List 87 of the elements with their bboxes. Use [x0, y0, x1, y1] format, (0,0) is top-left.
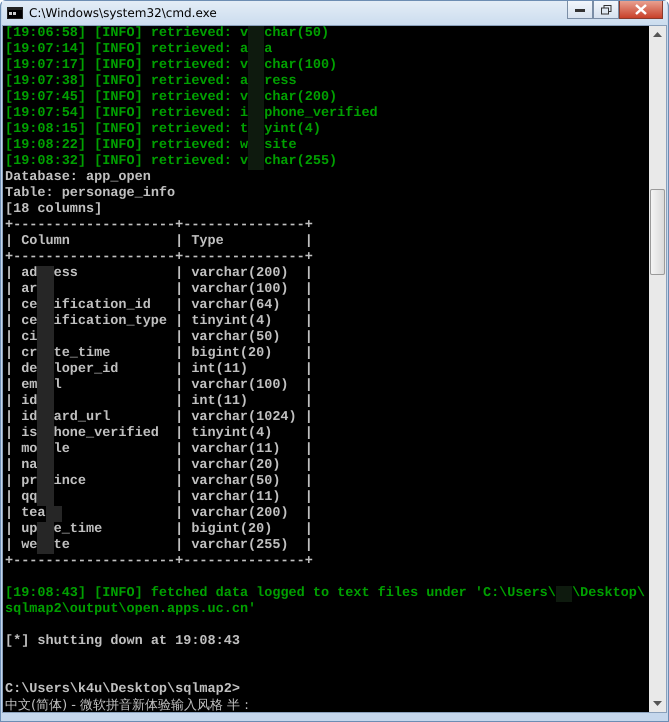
close-button[interactable]: [619, 1, 663, 19]
console-text: | pr: [5, 474, 38, 490]
minimize-button[interactable]: [567, 1, 593, 19]
console-text: | em: [5, 378, 38, 394]
scrollbar[interactable]: [649, 26, 666, 712]
console-text: +--------------------+---------------+: [5, 218, 313, 234]
console-text: hone_verified | tinyint(4) |: [54, 426, 313, 442]
console-text: char(50): [264, 26, 330, 42]
console-text: | Column | Type |: [5, 234, 313, 250]
console-text: yint(4): [264, 122, 321, 138]
redaction-block: [556, 586, 572, 602]
console-icon: [7, 7, 23, 19]
console-text: | int(11) |: [174, 394, 313, 410]
console-text: \Desktop\: [572, 586, 645, 602]
console-text: char(100): [264, 58, 338, 74]
console-text: | varchar(11) |: [174, 490, 313, 506]
console-text: | we: [5, 538, 38, 554]
console-text: ress: [264, 74, 297, 90]
console-text: | na: [5, 458, 38, 474]
scroll-down-icon[interactable]: [653, 701, 662, 706]
scroll-thumb[interactable]: [650, 189, 665, 275]
close-icon: [635, 4, 647, 15]
console-text: Database: app_open: [5, 170, 151, 186]
console-text: | varchar(50) |: [174, 330, 313, 346]
console-text: | qq: [5, 490, 38, 506]
console-text: ard_url | varchar(1024) |: [54, 410, 313, 426]
console-text: | cr: [5, 346, 38, 362]
console-text: char(200): [264, 90, 338, 106]
redaction-block: [248, 154, 264, 170]
console-text: | mo: [5, 442, 38, 458]
console-text: | tea: [5, 506, 46, 522]
console-text: loper_id | int(11) |: [54, 362, 313, 378]
redaction-block: [46, 506, 62, 522]
restore-button[interactable]: [593, 1, 619, 19]
console-text: +--------------------+---------------+: [5, 250, 313, 266]
console-text: | ci: [5, 330, 38, 346]
console-text: te_time | bigint(20) |: [54, 346, 313, 362]
console-text: | id: [5, 410, 38, 426]
console-text: ification_type | tinyint(4) |: [54, 314, 313, 330]
console-text: [19:08:32] [INFO] retrieved: v: [5, 154, 248, 170]
minimize-icon: [575, 8, 585, 12]
console-text: | is: [5, 426, 38, 442]
console-text: [18 columns]: [5, 202, 102, 218]
console-text: a: [264, 42, 272, 58]
window-title: C:\Windows\system32\cmd.exe: [29, 6, 217, 20]
console-text: [19:08:15] [INFO] retrieved: t: [5, 122, 248, 138]
redaction-block: [37, 538, 54, 554]
console-text: C:\Users\k4u\Desktop\sqlmap2>: [5, 682, 240, 698]
console-text: | up: [5, 522, 38, 538]
console-text: [19:07:45] [INFO] retrieved: v: [5, 90, 248, 106]
console-text: | varchar(100) |: [174, 282, 313, 298]
console-text: [19:07:14] [INFO] retrieved: a: [5, 42, 248, 58]
ime-status-text: 中文(简体) - 微软拼音新体验输入风格 半 :: [5, 698, 249, 712]
console-text: te | varchar(255) |: [54, 538, 313, 554]
console-text: sqlmap2\output\open.apps.uc.cn': [5, 602, 256, 618]
console-text: [19:06:58] [INFO] retrieved: v: [5, 26, 248, 42]
console-text: [19:07:38] [INFO] retrieved: a: [5, 74, 248, 90]
console-text: le | varchar(11) |: [54, 442, 313, 458]
redaction-block: [248, 26, 264, 42]
console-text: | ce: [5, 298, 38, 314]
console-text: e_time | bigint(20) |: [54, 522, 313, 538]
console-text: phone_verified: [264, 106, 378, 122]
console-text: +--------------------+---------------+: [5, 554, 313, 570]
console-text: | varchar(20) |: [174, 458, 313, 474]
console-text: | varchar(200) |: [174, 506, 313, 522]
redaction-block: [37, 266, 54, 282]
console-text: ification_id | varchar(64) |: [54, 298, 313, 314]
console-text: [*] shutting down at 19:08:43: [5, 634, 240, 650]
scroll-up-icon[interactable]: [653, 32, 662, 37]
console-text: ess | varchar(200) |: [54, 266, 313, 282]
restore-icon: [600, 4, 612, 14]
console-text: Table: personage_info: [5, 186, 176, 202]
console-text: ince | varchar(50) |: [54, 474, 313, 490]
console-text: [19:07:17] [INFO] retrieved: v: [5, 58, 248, 74]
console-text: [19:08:22] [INFO] retrieved: w: [5, 138, 248, 154]
console-text: | ar: [5, 282, 38, 298]
redaction-block: [37, 522, 54, 538]
console-text: | ad: [5, 266, 38, 282]
console-text: | de: [5, 362, 38, 378]
redaction-block: [37, 490, 54, 506]
console-text: [19:08:43] [INFO] fetched data logged to text files under 'C:\Users\: [5, 586, 556, 602]
console-text: [19:07:54] [INFO] retrieved: i: [5, 106, 248, 122]
console-text: l | varchar(100) |: [54, 378, 313, 394]
console-text: | ce: [5, 314, 38, 330]
console-text: | id: [5, 394, 38, 410]
console-text: char(255): [264, 154, 338, 170]
console-text: site: [264, 138, 297, 154]
